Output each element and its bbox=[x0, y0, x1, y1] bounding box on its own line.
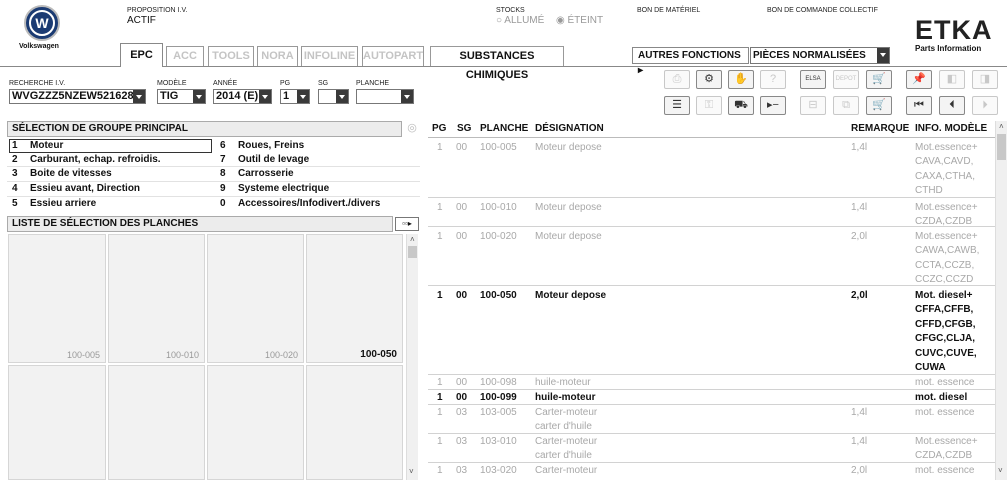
back-icon[interactable]: ⏴ bbox=[939, 96, 965, 115]
group-item-4[interactable]: 4 Essieu avant, Direction bbox=[12, 182, 140, 196]
group-item-0[interactable]: 0 Accessoires/Infodivert./divers bbox=[220, 197, 380, 211]
bon-commande-link[interactable]: BON DE COMMANDE COLLECTIF bbox=[767, 7, 878, 14]
col-planche-header[interactable]: PLANCHE bbox=[480, 123, 528, 134]
col-remarque-header[interactable]: REMARQUE bbox=[851, 123, 909, 134]
function-select[interactable]: PIÈCES NORMALISÉES bbox=[750, 47, 890, 64]
autres-fonctions-button[interactable]: AUTRES FONCTIONS ▸ bbox=[632, 47, 749, 76]
planche-thumb[interactable]: 100-005 bbox=[8, 234, 106, 363]
model-label: MODÈLE bbox=[157, 80, 187, 87]
group-item-6[interactable]: 6 Roues, Freins bbox=[220, 139, 304, 153]
planche-label: PLANCHE bbox=[356, 80, 390, 87]
view-toggle-icon[interactable]: ▫▫▸ bbox=[395, 217, 419, 231]
col-info-header[interactable]: INFO. MODÈLE bbox=[915, 123, 987, 134]
group-item-2[interactable]: 2 Carburant, echap. refroidis. bbox=[12, 153, 161, 167]
group-divider bbox=[7, 196, 420, 197]
stocks-label: STOCKS bbox=[496, 7, 525, 14]
sg-select[interactable] bbox=[318, 89, 349, 104]
group-panel-title: SÉLECTION DE GROUPE PRINCIPAL bbox=[7, 121, 402, 137]
stock-on-radio[interactable]: ○ ALLUMÉ bbox=[496, 15, 544, 26]
copy-icon[interactable]: ⧉ bbox=[833, 96, 859, 115]
split-icon[interactable]: ⊟ bbox=[800, 96, 826, 115]
planche-thumb[interactable] bbox=[108, 365, 205, 480]
brand-label: Volkswagen bbox=[19, 43, 59, 50]
year-select[interactable]: 2014 (E) bbox=[213, 89, 272, 104]
key-icon[interactable]: ⚿ bbox=[696, 96, 722, 115]
pin-icon[interactable]: 📌 bbox=[906, 70, 932, 89]
col-sg-header[interactable]: SG bbox=[457, 123, 471, 134]
group-item-3[interactable]: 3 Boite de vitesses bbox=[12, 167, 112, 181]
vw-logo: W bbox=[24, 5, 60, 41]
tab-autopart[interactable]: AUTOPART bbox=[362, 46, 424, 66]
sg-label: SG bbox=[318, 80, 329, 87]
table-row[interactable]: 1 00 100-010 Moteur depose 1,4l Mot.essence+ … bbox=[428, 198, 995, 227]
group-divider bbox=[7, 166, 420, 167]
table-row[interactable]: 1 03 103-020 Carter-moteur 2,0l mot. essence bbox=[428, 463, 995, 480]
tab-infoline[interactable]: INFOLINE bbox=[301, 46, 358, 66]
etka-logo: ETKA bbox=[915, 15, 993, 45]
table-row[interactable]: 1 00 100-005 Moteur depose 1,4l Mot.essence+ … bbox=[428, 138, 995, 198]
vin-label: RECHERCHE I.V. bbox=[9, 80, 66, 87]
col-pg-header[interactable]: PG bbox=[432, 123, 446, 134]
cart-icon[interactable]: 🛒 bbox=[866, 96, 892, 115]
stock-off-radio[interactable]: ◉ ÉTEINT bbox=[556, 15, 603, 26]
planche-panel-title: LISTE DE SÉLECTION DES PLANCHES bbox=[7, 216, 393, 232]
table-row[interactable]: 1 03 103-010 Carter-moteur carter d'huile 1,… bbox=[428, 434, 995, 463]
play-icon[interactable]: ▸− bbox=[760, 96, 786, 115]
tab-epc[interactable]: EPC bbox=[120, 43, 163, 67]
planche-thumb[interactable]: 100-020 bbox=[207, 234, 304, 363]
table-scrollbar[interactable]: ˄ ˅ bbox=[995, 121, 1007, 480]
depot-icon[interactable]: DEPOT bbox=[833, 70, 859, 89]
pg-label: PG bbox=[280, 80, 291, 87]
group-item-9[interactable]: 9 Systeme electrique bbox=[220, 182, 329, 196]
etka-subtitle: Parts Information bbox=[915, 44, 982, 53]
elsa-icon[interactable]: ELSA bbox=[800, 70, 826, 89]
group-item-7[interactable]: 7 Outil de levage bbox=[220, 153, 309, 167]
planche-thumb[interactable] bbox=[306, 365, 403, 480]
tab-nora[interactable]: NORA bbox=[257, 46, 298, 66]
table-row[interactable]: 1 03 103-005 Carter-moteur carter d'huile 1,… bbox=[428, 405, 995, 434]
parts-icon[interactable]: ⚙ bbox=[696, 70, 722, 89]
model-select[interactable]: TIG bbox=[157, 89, 206, 104]
pg-select[interactable]: 1 bbox=[280, 89, 310, 104]
planche-thumb-selected[interactable]: 100-050 bbox=[306, 234, 403, 363]
table-row[interactable]: 1 00 100-020 Moteur depose 2,0l Mot.essence+ … bbox=[428, 227, 995, 286]
forward-icon[interactable]: ⏵ bbox=[972, 96, 998, 115]
planche-select[interactable] bbox=[356, 89, 414, 104]
proposition-value: ACTIF bbox=[127, 15, 156, 26]
proposition-label: PROPOSITION I.V. bbox=[127, 7, 188, 14]
handshake-icon[interactable]: ✋ bbox=[728, 70, 754, 89]
first-icon[interactable]: ⏮ bbox=[906, 96, 932, 115]
group-item-8[interactable]: 8 Carrosserie bbox=[220, 167, 294, 181]
tab-substances[interactable]: SUBSTANCES CHIMIQUES bbox=[430, 46, 564, 81]
print-icon[interactable]: ⎙ bbox=[664, 70, 690, 89]
cart-add-icon[interactable]: 🛒 bbox=[866, 70, 892, 89]
eye-icon[interactable]: ◎ bbox=[404, 121, 420, 137]
planche-scrollbar[interactable]: ˄ ˅ bbox=[406, 234, 418, 480]
bon-materiel-link[interactable]: BON DE MATÉRIEL bbox=[637, 7, 700, 14]
group-item-1[interactable]: 1 Moteur bbox=[9, 139, 212, 153]
col-designation-header[interactable]: DÉSIGNATION bbox=[535, 123, 604, 134]
year-label: ANNÉE bbox=[213, 80, 238, 87]
planche-thumb[interactable] bbox=[8, 365, 106, 480]
tab-acc[interactable]: ACC bbox=[166, 46, 204, 66]
table-row[interactable]: 1 00 100-099 huile-moteur mot. diesel bbox=[428, 390, 995, 405]
page-prev-icon[interactable]: ◧ bbox=[939, 70, 965, 89]
planche-thumb[interactable] bbox=[207, 365, 304, 480]
tab-tools[interactable]: TOOLS bbox=[208, 46, 254, 66]
table-row-selected[interactable]: 1 00 100-050 Moteur depose 2,0l Mot. diesel+ … bbox=[428, 286, 995, 375]
group-item-5[interactable]: 5 Essieu arriere bbox=[12, 197, 96, 211]
group-divider bbox=[7, 181, 420, 182]
planche-thumb[interactable]: 100-010 bbox=[108, 234, 205, 363]
vin-field[interactable]: WVGZZZ5NZEW521628 bbox=[9, 89, 146, 104]
page-next-icon[interactable]: ◨ bbox=[972, 70, 998, 89]
table-row[interactable]: 1 00 100-098 huile-moteur mot. essence bbox=[428, 375, 995, 390]
list-icon[interactable]: ☰ bbox=[664, 96, 690, 115]
help-icon[interactable]: ? bbox=[760, 70, 786, 89]
vehicle-icon[interactable]: ⛟ bbox=[728, 96, 754, 115]
